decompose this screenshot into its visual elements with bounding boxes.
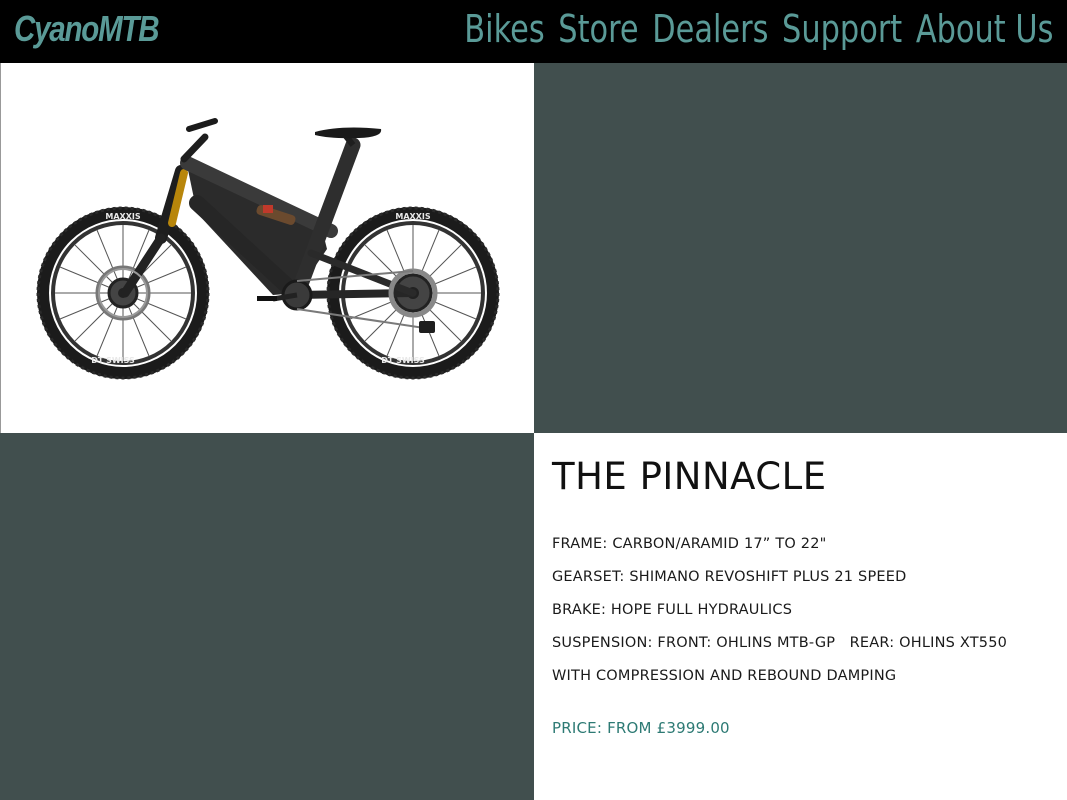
spec-suspension: SUSPENSION: FRONT: OHLINS MTB-GP REAR: O… — [552, 635, 1008, 651]
spec-list: FRAME: CARBON/ARAMID 17” TO 22" GEARSET:… — [552, 528, 1007, 693]
rim-brand-front: DT SWISS — [91, 356, 135, 365]
nav-item-support[interactable]: Support — [782, 6, 902, 52]
spec-frame: FRAME: CARBON/ARAMID 17” TO 22" — [552, 536, 827, 552]
site-header: CyanoMTB Bikes Store Dealers Support Abo… — [0, 0, 1067, 63]
saddle — [315, 127, 382, 139]
tire-brand-rear: MAXXIS — [395, 212, 430, 221]
spec-brake: BRAKE: HOPE FULL HYDRAULICS — [552, 602, 793, 618]
rim-brand-rear: DT SWISS — [381, 356, 425, 365]
nav-item-bikes[interactable]: Bikes — [464, 6, 544, 52]
product-image-panel: MAXXIS MAXXIS DT SWISS DT SWISS — [0, 63, 534, 433]
dark-panel-bottom — [0, 433, 534, 800]
product-title: THE PINNACLE — [552, 455, 827, 498]
nav-item-about-us[interactable]: About Us — [915, 6, 1053, 52]
bike-image: MAXXIS MAXXIS DT SWISS DT SWISS — [36, 118, 500, 380]
brand-logo[interactable]: CyanoMTB — [14, 6, 160, 52]
main-nav: Bikes Store Dealers Support About Us — [464, 6, 1053, 52]
product-price: PRICE: FROM £3999.00 — [552, 719, 730, 737]
dark-panel-top — [534, 63, 1067, 433]
spec-damping: WITH COMPRESSION AND REBOUND DAMPING — [552, 668, 897, 684]
nav-item-store[interactable]: Store — [558, 6, 638, 52]
spec-gearset: GEARSET: SHIMANO REVOSHIFT PLUS 21 SPEED — [552, 569, 907, 585]
product-info-panel: THE PINNACLE FRAME: CARBON/ARAMID 17” TO… — [534, 433, 1067, 800]
tire-brand-front: MAXXIS — [105, 212, 140, 221]
product-grid: MAXXIS MAXXIS DT SWISS DT SWISS THE PINN… — [0, 63, 1067, 800]
nav-item-dealers[interactable]: Dealers — [652, 6, 768, 52]
